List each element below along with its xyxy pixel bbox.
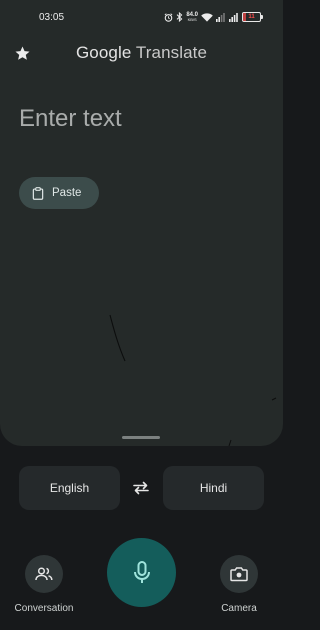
network-speed-unit: KB/S (187, 17, 197, 22)
battery-level: 11 (248, 14, 255, 20)
screen-scratch-marks (109, 314, 277, 446)
camera-icon (230, 567, 248, 582)
battery-icon: 11 (242, 12, 263, 22)
translate-screen: 03:05 84.0 KB/S 11 Google Translate Ente… (0, 0, 283, 630)
swap-arrows-icon (133, 481, 149, 495)
drag-handle[interactable] (122, 436, 160, 439)
source-language-button[interactable]: English (19, 466, 120, 510)
bluetooth-icon (176, 12, 183, 22)
input-card[interactable]: 03:05 84.0 KB/S 11 Google Translate Ente… (0, 0, 283, 446)
paste-label: Paste (52, 187, 82, 199)
conversation-button[interactable] (25, 555, 63, 593)
camera-label: Camera (221, 603, 257, 614)
status-bar: 03:05 84.0 KB/S 11 (0, 0, 283, 30)
camera-button[interactable] (220, 555, 258, 593)
microphone-button[interactable] (107, 538, 176, 607)
target-language-button[interactable]: Hindi (163, 466, 264, 510)
app-title: Google Translate (0, 43, 283, 63)
signal-icon (229, 12, 239, 22)
conversation-label: Conversation (14, 603, 74, 614)
product-name: Translate (135, 43, 208, 62)
source-text-input[interactable]: Enter text (19, 105, 122, 133)
swap-languages-button[interactable] (130, 477, 152, 499)
status-time: 03:05 (39, 12, 65, 23)
source-language-label: English (49, 481, 90, 495)
people-icon (35, 567, 53, 581)
network-speed: 84.0 KB/S (186, 12, 198, 22)
microphone-icon (133, 560, 150, 583)
wifi-icon (201, 12, 213, 22)
clipboard-icon (32, 186, 44, 200)
alarm-icon (164, 12, 173, 22)
paste-button[interactable]: Paste (19, 177, 99, 209)
status-icons: 84.0 KB/S 11 (164, 10, 263, 24)
signal-5g-icon (216, 12, 226, 22)
brand-name: Google (75, 43, 132, 62)
target-language-label: Hindi (199, 481, 228, 495)
